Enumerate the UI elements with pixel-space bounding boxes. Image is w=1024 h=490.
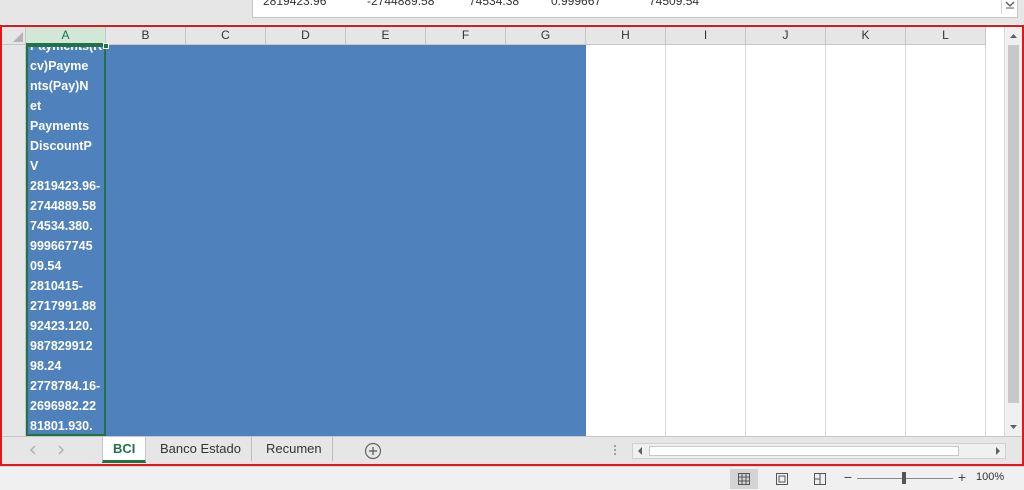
zoom-in-button[interactable]: + — [956, 469, 968, 485]
tab-banco-estado[interactable]: Banco Estado — [150, 437, 252, 461]
select-all-button[interactable] — [2, 27, 26, 45]
zoom-slider-thumb[interactable] — [902, 472, 906, 484]
cell-a-text-line: 98.24 — [30, 359, 62, 373]
normal-view-button[interactable] — [730, 469, 758, 489]
cell-a-content: Payments(Re cv)Payme nts(Pay)N et Payments Di… — [30, 45, 104, 434]
cell-a-text-line: et — [30, 99, 42, 113]
select-all-triangle-icon — [13, 32, 23, 42]
cell-a-text-line: 2744889.58 — [30, 199, 97, 213]
next-sheet-icon[interactable] — [54, 443, 68, 457]
page-layout-view-icon — [776, 473, 788, 485]
horizontal-scrollbar[interactable] — [632, 443, 1006, 459]
selected-cell-a[interactable]: Payments(Re cv)Payme nts(Pay)N et Payments Di… — [26, 45, 106, 436]
row-headers[interactable] — [2, 45, 26, 436]
add-sheet-icon[interactable] — [364, 442, 382, 460]
column-header-c[interactable]: C — [186, 27, 266, 45]
cell-a-text-line: Payments — [30, 119, 90, 133]
column-header-b[interactable]: B — [106, 27, 186, 45]
vertical-scroll-thumb[interactable] — [1008, 45, 1019, 403]
tab-bci[interactable]: BCI — [102, 437, 147, 463]
column-header-e[interactable]: E — [346, 27, 426, 45]
grid-column — [746, 45, 826, 436]
tab-splitter-icon[interactable] — [610, 443, 620, 457]
cell-a-text-line: 81801.930. — [30, 419, 93, 433]
column-header-a[interactable]: A — [26, 27, 106, 45]
cell-a-text-line: cv)Payme — [30, 59, 89, 73]
zoom-level[interactable]: 100% — [976, 471, 1004, 483]
tab-recumen[interactable]: Recumen — [256, 437, 333, 461]
horizontal-scroll-thumb[interactable] — [649, 446, 959, 456]
grid-column — [666, 45, 746, 436]
prev-sheet-icon[interactable] — [26, 443, 40, 457]
scroll-up-icon — [1010, 34, 1017, 38]
formula-bar-expand-button[interactable] — [1001, 0, 1017, 14]
formula-value: 0.999667 — [551, 0, 602, 8]
formula-bar-area: 2819423.96 -2744889.58 74534.38 0.999667… — [0, 0, 1024, 24]
cell-a-text-line: Payments(Re — [30, 45, 104, 53]
formula-value: -2744889.58 — [367, 0, 435, 8]
column-header-h[interactable]: H — [586, 27, 666, 45]
formula-value: 74534.38 — [469, 0, 520, 8]
sheet-tab-bar: BCI Banco Estado Recumen — [2, 436, 1022, 464]
cell-a-text-line: 2810415- — [30, 279, 83, 293]
grid-column — [586, 45, 666, 436]
grid-column — [906, 45, 986, 436]
vertical-scrollbar[interactable] — [1004, 27, 1022, 436]
cell-a-text-line: nts(Pay)N — [30, 79, 89, 93]
status-bar: − + 100% — [0, 466, 1024, 490]
formula-value: 2819423.96 — [263, 0, 327, 8]
grid-column — [826, 45, 906, 436]
column-header-f[interactable]: F — [426, 27, 506, 45]
column-header-k[interactable]: K — [826, 27, 906, 45]
scroll-down-icon — [1010, 425, 1017, 429]
cell-a-text-line: 2778784.16- — [30, 379, 101, 393]
column-header-i[interactable]: I — [666, 27, 746, 45]
worksheet: A B C D E F G H I J K L Payments(Re cv)Pa… — [0, 25, 1024, 466]
cell-a-text-line: 2717991.88 — [30, 299, 97, 313]
scroll-right-icon — [996, 447, 1000, 455]
cell-grid[interactable]: Payments(Re cv)Payme nts(Pay)N et Payments Di… — [26, 43, 1006, 436]
scroll-left-icon — [638, 447, 642, 455]
cell-a-text-line: 999667745 — [30, 239, 93, 253]
cell-a-text-line: 92423.120. — [30, 319, 93, 333]
formula-bar-content[interactable]: 2819423.96 -2744889.58 74534.38 0.999667… — [252, 0, 1018, 18]
cell-a-text-line: 09.54 — [30, 259, 62, 273]
zoom-out-button[interactable]: − — [842, 469, 854, 485]
column-header-j[interactable]: J — [746, 27, 826, 45]
cell-a-text-line: 987829912 — [30, 339, 93, 353]
chevron-down-icon — [1005, 1, 1015, 9]
fill-handle[interactable] — [103, 43, 109, 49]
normal-view-icon — [738, 473, 750, 485]
column-headers: A B C D E F G H I J K L — [26, 27, 1006, 45]
column-header-l[interactable]: L — [906, 27, 986, 45]
formula-value: 74509.54 — [649, 0, 700, 8]
column-header-g[interactable]: G — [506, 27, 586, 45]
cell-a-text-line: DiscountP — [30, 139, 92, 153]
cell-a-text-line: V — [30, 159, 39, 173]
page-break-view-button[interactable] — [806, 469, 834, 489]
column-header-d[interactable]: D — [266, 27, 346, 45]
page-layout-view-button[interactable] — [768, 469, 796, 489]
cell-a-text-line: 74534.380. — [30, 219, 93, 233]
cell-a-text-line: 2819423.96- — [30, 179, 101, 193]
cell-a-text-line: 2696982.22 — [30, 399, 97, 413]
filled-range-b-g[interactable] — [26, 45, 586, 436]
page-break-view-icon — [814, 473, 826, 485]
